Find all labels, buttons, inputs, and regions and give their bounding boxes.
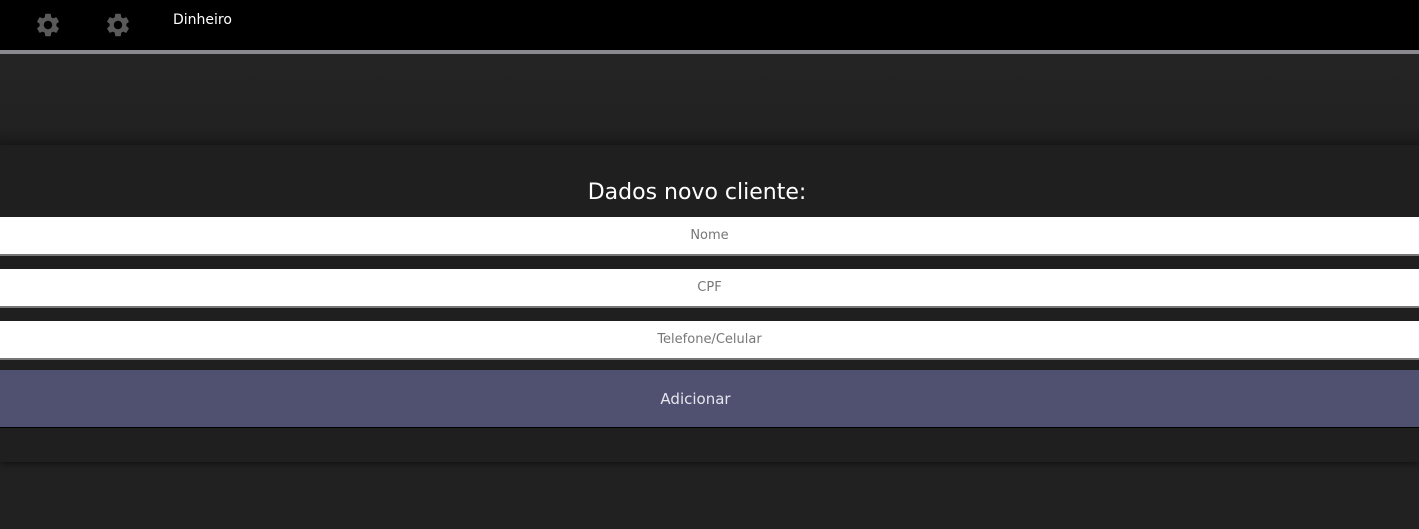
add-button[interactable]: Adicionar xyxy=(0,370,1419,428)
add-button-label: Adicionar xyxy=(660,389,731,408)
upper-band xyxy=(0,54,1419,145)
gear-icon-graphic xyxy=(37,13,59,37)
phone-input[interactable] xyxy=(0,321,1419,360)
name-input[interactable] xyxy=(0,217,1419,256)
gear-icon[interactable] xyxy=(34,11,62,39)
top-bar: Dinheiro xyxy=(0,0,1419,50)
cpf-input[interactable] xyxy=(0,269,1419,308)
gear-icon-graphic xyxy=(107,13,129,37)
form-title: Dados novo cliente: xyxy=(587,180,807,205)
gear-icon[interactable] xyxy=(104,11,132,39)
app-title[interactable]: Dinheiro xyxy=(173,11,232,29)
